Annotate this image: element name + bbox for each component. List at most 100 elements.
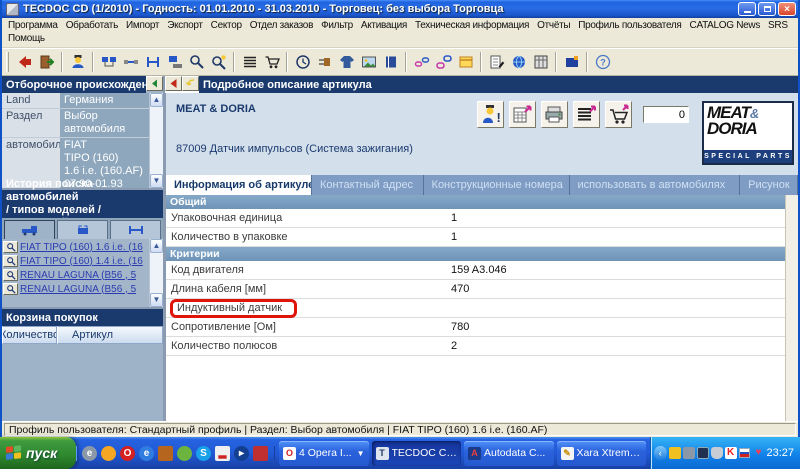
menu-pomosch[interactable]: Помощь <box>4 32 49 45</box>
tray-kaspersky-icon[interactable]: K <box>725 447 737 459</box>
link-small-icon[interactable] <box>411 52 432 73</box>
support-button[interactable]: ! <box>477 101 504 128</box>
menu-srs[interactable]: SRS <box>764 19 792 32</box>
help-icon[interactable]: ? <box>592 52 613 73</box>
details-scrollbar[interactable] <box>785 195 798 421</box>
tray-monitor-icon[interactable] <box>697 447 709 459</box>
list-icon[interactable] <box>239 52 260 73</box>
restore-button[interactable] <box>758 2 776 16</box>
history-link[interactable]: FIAT TIPO (160) 1.4 i.e. (16 <box>20 256 143 267</box>
taskbar-window-autodata[interactable]: A Autodata C... <box>464 441 554 466</box>
quicklaunch-icon-box[interactable] <box>158 446 173 461</box>
history-link[interactable]: FIAT TIPO (160) 1.6 i.e. (16 <box>20 242 143 253</box>
taskbar-window-tecdoc[interactable]: T TECDOC CD... <box>372 441 462 466</box>
menu-aktivacia[interactable]: Активация <box>357 19 411 32</box>
quicklaunch-icon-opera[interactable]: O <box>120 446 135 461</box>
menu-import[interactable]: Импорт <box>122 19 163 32</box>
taskbar-window-xara[interactable]: ✎ Xara Xtreme... <box>557 441 647 466</box>
window-grid-icon[interactable] <box>530 52 551 73</box>
scroll-up-icon[interactable]: ▲ <box>150 93 163 107</box>
taskbar-window-opera[interactable]: O 4 Opera I... ▼ <box>279 441 369 466</box>
scroll-up-icon[interactable]: ▲ <box>150 239 163 253</box>
quicklaunch-icon-media[interactable]: ▂ <box>215 446 230 461</box>
tab-drawing[interactable]: Рисунок <box>740 175 798 195</box>
search-icon[interactable] <box>186 52 207 73</box>
menu-otdel-zakazov[interactable]: Отдел заказов <box>246 19 317 32</box>
dropdown-arrow-icon[interactable]: ▼ <box>357 449 365 458</box>
history-tab-vehicles[interactable] <box>4 220 55 239</box>
menu-sektor[interactable]: Сектор <box>207 19 246 32</box>
menu-otchety[interactable]: Отчёты <box>533 19 574 32</box>
add-to-cart-button[interactable] <box>605 101 632 128</box>
quicklaunch-icon-player[interactable]: ▸ <box>234 446 249 461</box>
table-export-button[interactable] <box>509 101 536 128</box>
selection-scrollbar[interactable]: ▲ ▼ <box>149 93 163 188</box>
cart-icon[interactable] <box>261 52 282 73</box>
article-forward-button[interactable] <box>182 76 199 91</box>
history-tab-engines[interactable] <box>57 220 108 239</box>
menu-tech-info[interactable]: Техническая информация <box>411 19 533 32</box>
collapse-panel-button[interactable] <box>146 76 163 91</box>
list-export-button[interactable] <box>573 101 600 128</box>
quicklaunch-icon-warning[interactable] <box>101 446 116 461</box>
scroll-down-icon[interactable]: ▼ <box>150 293 163 307</box>
link-large-icon[interactable] <box>433 52 454 73</box>
close-button[interactable]: × <box>778 2 796 16</box>
cable-icon[interactable] <box>120 52 141 73</box>
titlebar[interactable]: TECDOC CD (1/2010) - Годность: 01.01.201… <box>2 0 798 18</box>
quicklaunch-icon-ie[interactable]: e <box>139 446 154 461</box>
back-icon[interactable] <box>14 52 35 73</box>
tab-construction-numbers[interactable]: Конструкционные номера <box>424 175 570 195</box>
tray-flag-icon[interactable] <box>739 448 751 458</box>
cart-column-article[interactable]: Артикул <box>57 326 163 344</box>
menu-filtr[interactable]: Фильтр <box>317 19 357 32</box>
tab-article-info[interactable]: Информация об артикуле <box>166 175 312 195</box>
quicklaunch-icon-skype[interactable]: S <box>196 446 211 461</box>
user-icon[interactable] <box>67 52 88 73</box>
dbw-icon[interactable] <box>561 52 582 73</box>
workstation-icon[interactable] <box>164 52 185 73</box>
menu-catalog-news[interactable]: CATALOG News <box>686 19 765 32</box>
menu-obrabotat[interactable]: Обработать <box>62 19 122 32</box>
quantity-input[interactable] <box>643 106 689 123</box>
cart-column-quantity[interactable]: Количество <box>2 326 57 344</box>
exit-icon[interactable] <box>36 52 57 73</box>
quicklaunch-icon-green[interactable] <box>177 446 192 461</box>
menu-profil[interactable]: Профиль пользователя <box>574 19 685 32</box>
quicklaunch-icon-desktop[interactable]: e <box>82 446 97 461</box>
history-search-button[interactable] <box>3 255 18 267</box>
menu-programma[interactable]: Программа <box>4 19 62 32</box>
history-link[interactable]: RENAU LAGUNA (B56 , 5 <box>20 270 136 281</box>
list-edit-icon[interactable] <box>486 52 507 73</box>
quicklaunch-icon-car[interactable] <box>253 446 268 461</box>
jacket-icon[interactable] <box>336 52 357 73</box>
minimize-button[interactable] <box>738 2 756 16</box>
clock-icon[interactable] <box>292 52 313 73</box>
article-back-button[interactable] <box>165 76 182 91</box>
history-search-button[interactable] <box>3 241 18 253</box>
search-user-icon[interactable] <box>208 52 229 73</box>
tray-clock[interactable]: 23:27 <box>766 447 796 459</box>
tray-mouse-icon[interactable] <box>711 447 723 459</box>
print-button[interactable] <box>541 101 568 128</box>
tab-contact-address[interactable]: Контактный адрес <box>312 175 424 195</box>
catalog-icon[interactable] <box>380 52 401 73</box>
tray-chevron-icon[interactable]: ‹ <box>654 446 667 460</box>
menu-export[interactable]: Экспорт <box>163 19 206 32</box>
tray-shield-icon[interactable] <box>669 447 681 459</box>
globe-icon[interactable] <box>508 52 529 73</box>
history-tab-axles[interactable] <box>110 220 161 239</box>
tray-heart-icon[interactable]: ♥ <box>752 447 764 459</box>
history-link[interactable]: RENAU LAGUNA (B56 , 5 <box>20 284 136 295</box>
network-icon[interactable] <box>98 52 119 73</box>
tab-used-in-vehicles[interactable]: использовать в автомобилях <box>570 175 741 195</box>
tray-gray-icon[interactable] <box>683 447 695 459</box>
axle-icon[interactable] <box>142 52 163 73</box>
image-icon[interactable] <box>358 52 379 73</box>
history-search-button[interactable] <box>3 283 18 295</box>
history-search-button[interactable] <box>3 269 18 281</box>
history-scrollbar[interactable]: ▲ ▼ <box>149 239 163 307</box>
start-button[interactable]: пуск <box>0 437 76 469</box>
plug-icon[interactable] <box>314 52 335 73</box>
window-yellow-icon[interactable] <box>455 52 476 73</box>
